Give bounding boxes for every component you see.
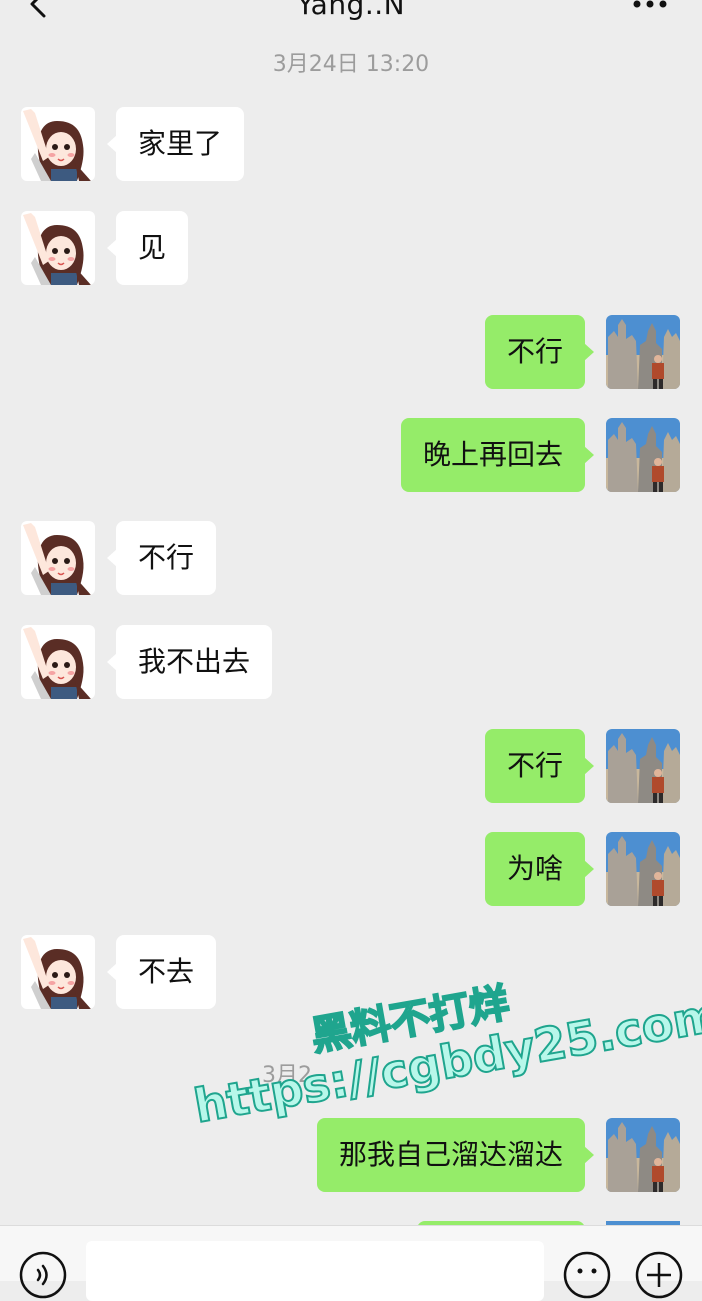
message-bubble[interactable]: 不行 — [484, 315, 595, 389]
user-avatar[interactable] — [606, 418, 680, 492]
message-bubble[interactable]: 见 — [106, 211, 189, 285]
message-bubble[interactable]: 不行 — [484, 729, 595, 803]
plus-icon[interactable] — [634, 1250, 684, 1300]
message-bubble[interactable]: 不行 — [106, 521, 217, 595]
contact-avatar[interactable] — [21, 211, 95, 285]
chat-header: Yang..N — [0, 0, 702, 44]
input-toolbar — [0, 1225, 702, 1301]
user-avatar[interactable] — [606, 1118, 680, 1192]
message-input[interactable] — [86, 1241, 544, 1301]
message-row-received: 我不出去 — [0, 625, 702, 699]
timestamp: 3月24日 13:20 — [272, 52, 430, 77]
message-row-sent: 不行 — [0, 729, 702, 803]
message-bubble[interactable]: 那我自己溜达溜达 — [316, 1118, 595, 1192]
message-row-received: 见 — [0, 211, 702, 285]
message-bubble[interactable]: 晚上再回去 — [400, 418, 595, 492]
message-row-sent: 为啥 — [0, 832, 702, 906]
message-row-sent: 那我自己溜达溜达 — [0, 1118, 702, 1192]
message-row-sent: 晚上再回去 — [0, 418, 702, 492]
contact-avatar[interactable] — [21, 625, 95, 699]
message-bubble[interactable]: 为啥 — [484, 832, 595, 906]
contact-avatar[interactable] — [21, 935, 95, 1009]
user-avatar[interactable] — [606, 729, 680, 803]
user-avatar[interactable] — [606, 832, 680, 906]
message-bubble[interactable]: 家里了 — [106, 107, 245, 181]
message-bubble[interactable]: 我不出去 — [106, 625, 273, 699]
timestamp: 3月2 — [262, 1063, 312, 1088]
more-dots-icon[interactable] — [632, 0, 668, 8]
contact-avatar[interactable] — [21, 107, 95, 181]
emoji-icon[interactable] — [562, 1250, 612, 1300]
message-row-received: 不行 — [0, 521, 702, 595]
contact-avatar[interactable] — [21, 521, 95, 595]
message-row-received: 家里了 — [0, 107, 702, 181]
message-row-sent: 不行 — [0, 315, 702, 389]
chat-title: Yang..N — [296, 0, 406, 21]
voice-icon[interactable] — [18, 1250, 68, 1300]
user-avatar[interactable] — [606, 315, 680, 389]
message-row-received: 不去 — [0, 935, 702, 1009]
message-bubble[interactable]: 不去 — [106, 935, 217, 1009]
